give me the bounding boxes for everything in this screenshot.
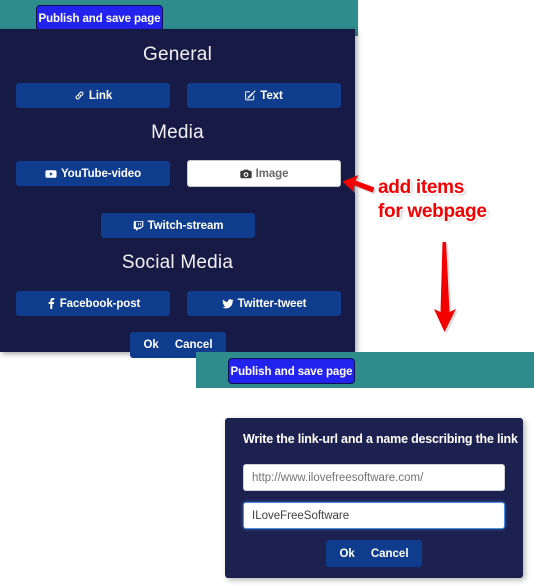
link-dialog-title: Write the link-url and a name describing… (243, 432, 518, 446)
add-items-panel: General Link Text Media YouTube-video Im… (0, 29, 355, 358)
publish-and-save-page-button-bottom[interactable]: Publish and save page (228, 358, 355, 384)
twitch-icon (133, 220, 144, 231)
add-facebook-post-button-label: Facebook-post (59, 297, 141, 310)
add-twitch-stream-button-label: Twitch-stream (147, 219, 224, 232)
link-url-dialog: Write the link-url and a name describing… (225, 418, 523, 578)
add-text-button[interactable]: Text (187, 83, 341, 108)
cancel-button-top[interactable]: Cancel (175, 339, 213, 351)
section-heading-general: General (143, 44, 212, 65)
annotation-line-2: for webpage (378, 201, 487, 222)
add-link-button[interactable]: Link (16, 83, 170, 108)
add-twitter-tweet-button-label: Twitter-tweet (237, 297, 307, 310)
youtube-icon (45, 168, 57, 180)
arrow-pointing-left-icon (342, 175, 377, 195)
add-youtube-video-button-label: YouTube-video (60, 167, 142, 180)
add-twitter-tweet-button[interactable]: Twitter-tweet (187, 291, 341, 316)
cancel-button-link-dialog[interactable]: Cancel (371, 548, 409, 560)
add-twitch-stream-button[interactable]: Twitch-stream (101, 213, 255, 238)
section-heading-social-media: Social Media (121, 252, 234, 273)
add-image-button-label: Image (255, 167, 289, 180)
annotation-line-1: add items (378, 177, 464, 198)
link-icon (74, 90, 85, 101)
add-text-button-label: Text (260, 89, 283, 102)
twitter-icon (221, 298, 234, 310)
ok-button-link-dialog[interactable]: Ok (339, 548, 354, 560)
editor-window-top: Publish and save page General Link Text (0, 0, 358, 358)
ok-button-top[interactable]: Ok (143, 339, 158, 351)
add-facebook-post-button[interactable]: Facebook-post (16, 291, 170, 316)
camera-icon (239, 168, 252, 180)
arrow-pointing-down-icon (434, 242, 458, 334)
link-name-input[interactable] (243, 502, 505, 529)
annotation-text: add items for webpage (378, 176, 530, 224)
facebook-icon (46, 298, 56, 309)
add-youtube-video-button[interactable]: YouTube-video (16, 161, 170, 186)
pencil-square-icon (245, 90, 256, 101)
add-link-button-label: Link (88, 89, 113, 102)
publish-and-save-page-button-top[interactable]: Publish and save page (36, 5, 163, 31)
section-heading-media: Media (151, 122, 204, 143)
link-url-input[interactable] (243, 464, 505, 491)
add-image-button[interactable]: Image (187, 160, 341, 187)
link-dialog-actions: Ok Cancel (326, 540, 422, 567)
